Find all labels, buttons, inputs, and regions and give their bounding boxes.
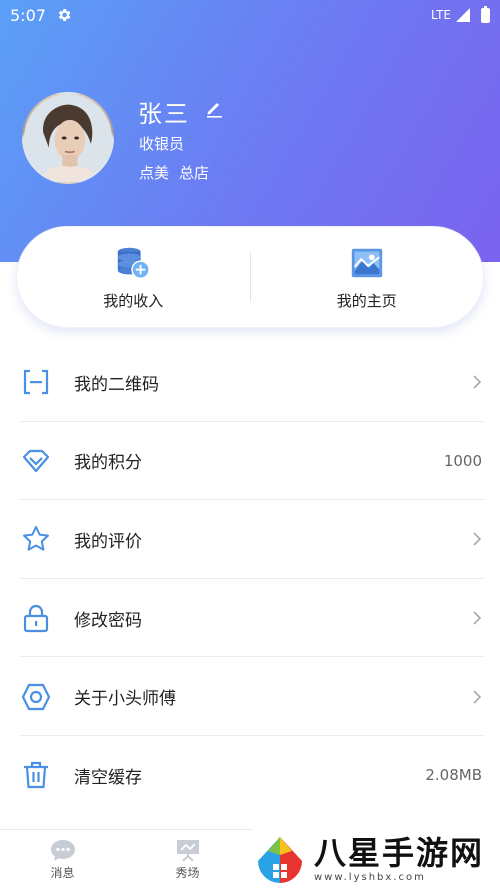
menu-item-qrcode[interactable]: 我的二维码	[0, 343, 500, 422]
tab-label: 秀场	[175, 866, 200, 880]
menu-item-label: 清空缓存	[74, 767, 142, 788]
gear-icon	[58, 9, 71, 21]
easel-icon	[176, 840, 199, 862]
menu-item-label: 关于小头师傅	[74, 689, 176, 710]
qrcode-scan-icon	[20, 366, 52, 398]
profile-name: 张三	[138, 100, 190, 128]
menu-item-about[interactable]: 关于小头师傅	[0, 657, 500, 736]
menu-item-clear-cache[interactable]: 清空缓存 2.08MB	[0, 736, 500, 815]
battery-icon	[481, 5, 490, 23]
trash-icon	[20, 759, 52, 791]
avatar-portrait-icon	[24, 94, 112, 182]
status-bar: 5:07 LTE	[0, 0, 500, 30]
menu-item-points[interactable]: 我的积分 1000	[0, 422, 500, 501]
menu-item-label: 修改密码	[74, 610, 142, 631]
chevron-right-icon	[473, 611, 482, 625]
status-time: 5:07	[10, 5, 46, 25]
landscape-picture-icon	[351, 248, 382, 277]
store-branch: 总店	[179, 164, 210, 182]
watermark-logo-icon	[258, 836, 302, 883]
avatar[interactable]	[22, 92, 114, 184]
diamond-icon	[20, 445, 52, 477]
chevron-right-icon	[473, 690, 482, 704]
menu-item-label: 我的二维码	[74, 374, 159, 395]
menu-item-label: 我的积分	[74, 453, 142, 474]
menu-item-label: 我的评价	[74, 531, 142, 552]
tab-messages[interactable]: 消息	[0, 830, 125, 889]
coins-add-icon	[118, 247, 151, 279]
my-income-label: 我的收入	[103, 291, 164, 310]
points-value: 1000	[443, 451, 482, 470]
watermark-title: 八星手游网	[314, 834, 485, 872]
chat-bubble-icon	[50, 840, 75, 861]
hexagon-icon	[20, 681, 52, 713]
chevron-right-icon	[473, 375, 482, 389]
profile-store: 点美 总店	[139, 162, 209, 183]
my-income-button[interactable]: 我的收入	[17, 227, 250, 327]
store-brand: 点美	[139, 164, 170, 182]
chevron-right-icon	[473, 532, 482, 547]
watermark-url: www.lyshbx.com	[314, 872, 426, 883]
settings-menu: 我的二维码 我的积分 1000 我的评价 修改密码 关于小头师傅 清空缓存 2.…	[0, 343, 500, 815]
profile-role: 收银员	[139, 135, 185, 153]
network-type: LTE	[431, 8, 451, 22]
edit-pencil-icon[interactable]	[204, 98, 224, 118]
signal-icon	[456, 8, 470, 22]
tab-label: 消息	[50, 866, 75, 880]
cache-size-value: 2.08MB	[425, 766, 482, 785]
quick-actions-card: 我的收入 我的主页	[16, 226, 484, 328]
site-watermark: 八星手游网 www.lyshbx.com	[252, 828, 500, 889]
tab-showcase[interactable]: 秀场	[125, 830, 250, 889]
menu-item-change-password[interactable]: 修改密码	[0, 579, 500, 658]
star-icon	[20, 523, 52, 555]
lock-icon	[20, 602, 52, 634]
my-homepage-label: 我的主页	[336, 291, 397, 310]
menu-item-reviews[interactable]: 我的评价	[0, 500, 500, 579]
my-homepage-button[interactable]: 我的主页	[251, 227, 484, 327]
